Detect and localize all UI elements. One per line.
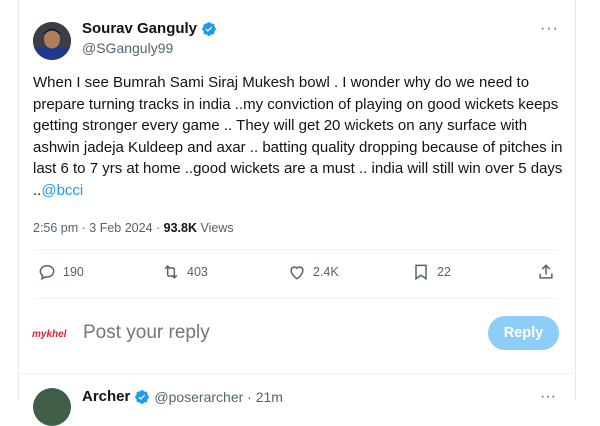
author-avatar[interactable] <box>33 22 71 60</box>
reply-submit-button[interactable]: Reply <box>488 316 559 350</box>
views-count: 93.8K <box>163 221 197 235</box>
more-icon[interactable]: ··· <box>540 20 559 38</box>
reply-input[interactable] <box>83 322 463 344</box>
share-button[interactable] <box>536 262 562 282</box>
bookmark-icon <box>415 264 427 281</box>
tweet-timestamp[interactable]: 2:56 pm · 3 Feb 2024 · <box>33 221 164 235</box>
divider <box>18 373 576 374</box>
share-icon <box>539 264 553 279</box>
verified-badge-icon <box>135 389 150 404</box>
reply-count: 190 <box>63 265 84 279</box>
tweet-body: When I see Bumrah Sami Siraj Mukesh bowl… <box>33 74 563 199</box>
tweet-meta: 2:56 pm · 3 Feb 2024 · 93.8K Views <box>33 221 234 235</box>
retweet-icon <box>164 265 178 279</box>
bookmark-count: 22 <box>437 265 451 279</box>
tweet-text: When I see Bumrah Sami Siraj Mukesh bowl… <box>33 72 563 201</box>
like-icon <box>290 266 304 280</box>
like-count: 2.4K <box>313 265 339 279</box>
divider <box>33 298 559 299</box>
author-avatar-image <box>33 22 71 60</box>
author-name[interactable]: Sourav Ganguly <box>82 20 197 37</box>
retweet-count: 403 <box>187 265 208 279</box>
views-label: Views <box>197 221 234 235</box>
reply-icon <box>39 264 55 281</box>
like-button[interactable]: 2.4K <box>287 262 339 282</box>
user-avatar[interactable]: mykhel <box>32 322 72 346</box>
more-icon[interactable]: ··· <box>540 388 556 406</box>
author-name-row: Sourav Ganguly <box>82 20 217 37</box>
bookmark-button[interactable]: 22 <box>411 262 451 282</box>
next-reply-handle[interactable]: @poserarcher · 21m <box>154 389 283 405</box>
author-handle[interactable]: @SGanguly99 <box>82 40 173 56</box>
reply-button[interactable]: 190 <box>37 262 84 282</box>
mention-link[interactable]: @bcci <box>41 182 83 199</box>
next-reply-avatar[interactable] <box>33 388 71 426</box>
divider <box>33 249 559 250</box>
action-bar: 190 403 2.4K 22 <box>33 262 563 290</box>
verified-badge-icon <box>202 21 216 36</box>
next-reply-header: Archer @poserarcher · 21m <box>82 388 283 405</box>
retweet-button[interactable]: 403 <box>161 262 208 282</box>
next-reply-author[interactable]: Archer <box>82 388 130 405</box>
